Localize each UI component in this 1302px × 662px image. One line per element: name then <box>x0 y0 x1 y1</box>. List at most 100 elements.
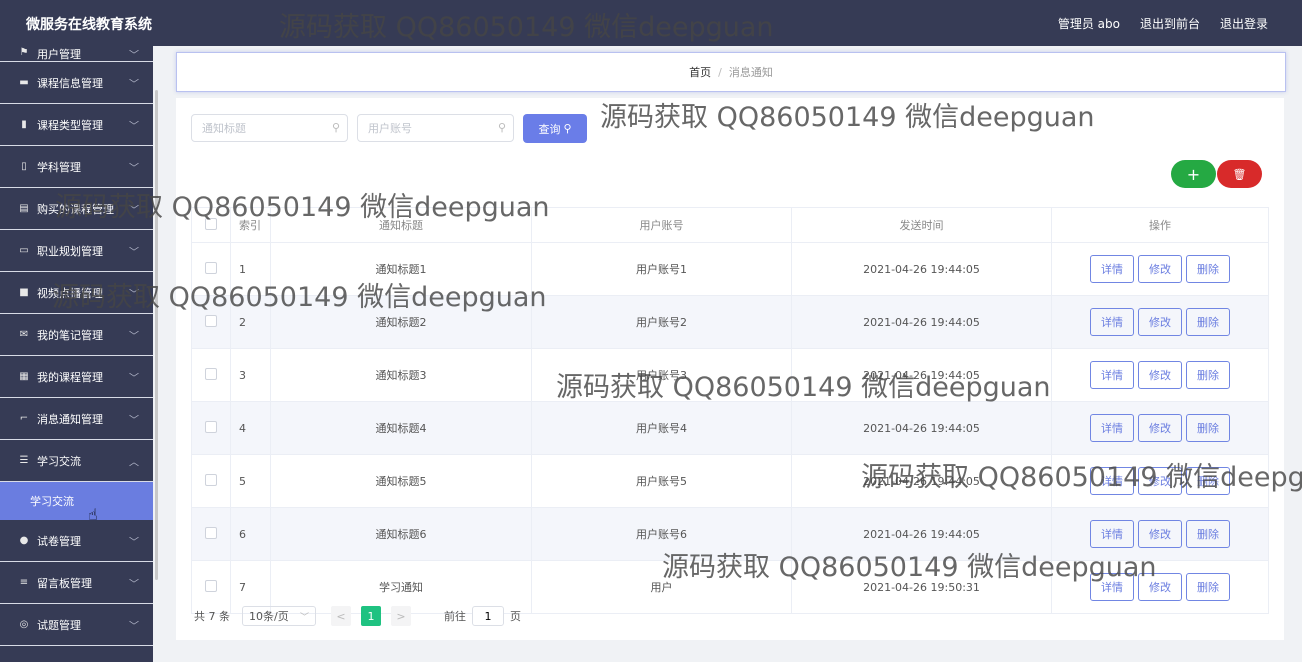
clipboard-icon: ▤ <box>19 203 29 214</box>
sidebar-item-subject[interactable]: ▯ 学科管理 ﹀ <box>0 146 153 188</box>
row-time: 2021-04-26 19:44:05 <box>791 454 1052 508</box>
query-button-label: 查询 <box>538 122 561 136</box>
sidebar-item-notifications[interactable]: ⌐ 消息通知管理 ﹀ <box>0 398 153 440</box>
goto-label: 前往 <box>444 610 466 623</box>
delete-button[interactable]: 删除 <box>1186 520 1230 548</box>
sidebar-scrollbar[interactable] <box>155 90 158 580</box>
row-title: 通知标题6 <box>270 507 532 561</box>
detail-button[interactable]: 详情 <box>1090 573 1134 601</box>
edit-button[interactable]: 修改 <box>1138 414 1182 442</box>
video-icon: ■ <box>19 287 29 298</box>
edit-button[interactable]: 修改 <box>1138 573 1182 601</box>
edit-button[interactable]: 修改 <box>1138 255 1182 283</box>
delete-button[interactable]: 删除 <box>1186 255 1230 283</box>
sidebar-item-purchased-course[interactable]: ▤ 购买的课程管理 ﹀ <box>0 188 153 230</box>
bar-chart-icon: ▮ <box>21 119 27 130</box>
sidebar-item-my-courses[interactable]: ▦ 我的课程管理 ﹀ <box>0 356 153 398</box>
sidebar-item-label: 课程信息管理 <box>37 76 103 90</box>
pagination: 共 7 条 10条/页 ﹀ < 1 > 前往 页 <box>194 606 521 626</box>
sidebar-item-user-management[interactable]: ⚑ 用户管理 ﹀ <box>0 46 153 62</box>
sidebar-item-notes[interactable]: ✉ 我的笔记管理 ﹀ <box>0 314 153 356</box>
row-checkbox[interactable] <box>205 579 217 592</box>
pagination-total: 共 7 条 <box>194 610 230 623</box>
breadcrumb-home[interactable]: 首页 <box>689 64 711 80</box>
delete-button[interactable]: 删除 <box>1186 308 1230 336</box>
sidebar-item-label: 学习交流 <box>37 454 81 468</box>
edit-button[interactable]: 修改 <box>1138 361 1182 389</box>
select-all-cell <box>191 207 231 243</box>
row-checkbox[interactable] <box>205 420 217 433</box>
sidebar-item-career-plan[interactable]: ▭ 职业规划管理 ﹀ <box>0 230 153 272</box>
table-row: 3 通知标题3 用户账号3 2021-04-26 19:44:05 详情 修改 删除 <box>191 348 1269 402</box>
row-index: 5 <box>230 454 271 508</box>
row-checkbox[interactable] <box>205 367 217 380</box>
table-header-row: 索引 通知标题 用户账号 发送时间 操作 <box>191 207 1269 243</box>
detail-button[interactable]: 详情 <box>1090 467 1134 495</box>
sidebar-subitem-study-exchange[interactable]: 学习交流 <box>0 482 153 520</box>
back-to-front-link[interactable]: 退出到前台 <box>1140 15 1200 32</box>
row-account: 用户账号6 <box>531 507 792 561</box>
page-size-select[interactable]: 10条/页 ﹀ <box>242 606 316 626</box>
user-account-search-input[interactable] <box>357 114 514 142</box>
detail-button[interactable]: 详情 <box>1090 520 1134 548</box>
prev-page-button[interactable]: < <box>331 606 351 626</box>
page-number-button[interactable]: 1 <box>361 606 381 626</box>
user-icon: ● <box>19 535 29 546</box>
chevron-down-icon: ﹀ <box>129 621 139 632</box>
breadcrumb-current: 消息通知 <box>728 66 773 79</box>
logout-link[interactable]: 退出登录 <box>1220 15 1268 32</box>
detail-button[interactable]: 详情 <box>1090 414 1134 442</box>
edit-button[interactable]: 修改 <box>1138 520 1182 548</box>
row-time: 2021-04-26 19:44:05 <box>791 401 1052 455</box>
row-time: 2021-04-26 19:50:31 <box>791 560 1052 614</box>
admin-user-link[interactable]: 管理员 abo <box>1058 15 1120 32</box>
next-page-button[interactable]: > <box>391 606 411 626</box>
row-checkbox[interactable] <box>205 261 217 274</box>
row-checkbox[interactable] <box>205 473 217 486</box>
table-row: 4 通知标题4 用户账号4 2021-04-26 19:44:05 详情 修改 删除 <box>191 401 1269 455</box>
sidebar-item-course-type[interactable]: ▮ 课程类型管理 ﹀ <box>0 104 153 146</box>
notification-table: 索引 通知标题 用户账号 发送时间 操作 1 通知标题1 用户账号1 2021-… <box>191 207 1269 614</box>
search-icon: ⚲ <box>332 121 341 134</box>
search-icon: ⚲ <box>498 121 507 134</box>
detail-button[interactable]: 详情 <box>1090 361 1134 389</box>
row-time: 2021-04-26 19:44:05 <box>791 242 1052 296</box>
sidebar-item-label: 用户管理 <box>37 48 81 61</box>
row-actions: 详情 修改 删除 <box>1051 242 1269 296</box>
row-time: 2021-04-26 19:44:05 <box>791 507 1052 561</box>
delete-button[interactable]: 删除 <box>1186 414 1230 442</box>
sidebar-item-video[interactable]: ■ 视频点播管理 ﹀ <box>0 272 153 314</box>
select-all-checkbox[interactable] <box>205 217 217 230</box>
edit-button[interactable]: 修改 <box>1138 308 1182 336</box>
row-checkbox[interactable] <box>205 526 217 539</box>
edit-button[interactable]: 修改 <box>1138 467 1182 495</box>
header-title: 通知标题 <box>270 207 532 243</box>
delete-button[interactable]: 删除 <box>1186 573 1230 601</box>
sidebar-item-exam[interactable]: ● 试卷管理 ﹀ <box>0 520 153 562</box>
sidebar-item-label: 试卷管理 <box>37 534 81 548</box>
sidebar-item-course-info[interactable]: ▬ 课程信息管理 ﹀ <box>0 62 153 104</box>
list-icon: ≡ <box>19 577 29 588</box>
row-actions: 详情 修改 删除 <box>1051 295 1269 349</box>
breadcrumb-separator: / <box>718 65 722 79</box>
sidebar-item-message-board[interactable]: ≡ 留言板管理 ﹀ <box>0 562 153 604</box>
row-title: 通知标题1 <box>270 242 532 296</box>
top-links: 管理员 abo 退出到前台 退出登录 <box>1058 15 1268 32</box>
sidebar-item-label: 学科管理 <box>37 160 81 174</box>
delete-button[interactable]: 删除 <box>1186 467 1230 495</box>
notice-title-search-input[interactable] <box>191 114 348 142</box>
sidebar-item-study-exchange[interactable]: ☰ 学习交流 ︿ <box>0 440 153 482</box>
chevron-down-icon: ﹀ <box>129 121 139 132</box>
query-button[interactable]: 查询 ⚲ <box>523 114 587 143</box>
detail-button[interactable]: 详情 <box>1090 255 1134 283</box>
table-row: 6 通知标题6 用户账号6 2021-04-26 19:44:05 详情 修改 删除 <box>191 507 1269 561</box>
row-checkbox[interactable] <box>205 314 217 327</box>
detail-button[interactable]: 详情 <box>1090 308 1134 336</box>
goto-page-input[interactable] <box>472 606 504 626</box>
delete-button[interactable]: 删除 <box>1186 361 1230 389</box>
row-select-cell <box>191 454 231 508</box>
add-button[interactable]: + <box>1171 160 1216 188</box>
chevron-down-icon: ﹀ <box>129 373 139 384</box>
batch-delete-button[interactable]: 🗑 <box>1217 160 1262 188</box>
sidebar-item-questions[interactable]: ◎ 试题管理 ﹀ <box>0 604 153 646</box>
